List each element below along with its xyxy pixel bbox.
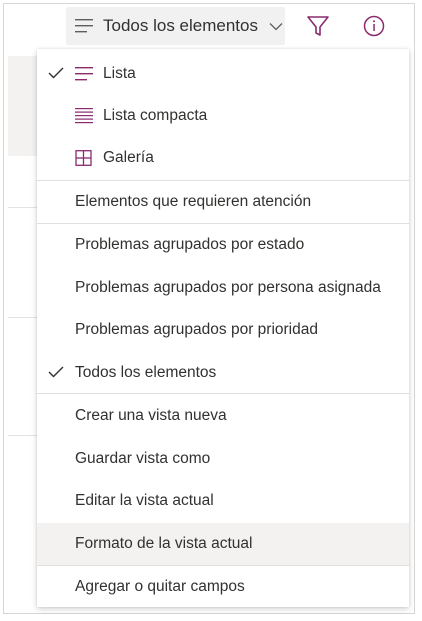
menu-item-label: Lista compacta [103,107,208,124]
menu-item-guardar-vista[interactable]: Guardar vista como [37,438,409,480]
menu-item-label: Agregar o quitar campos [75,578,245,595]
menu-item-editar-vista[interactable]: Editar la vista actual [37,480,409,522]
menu-item-elementos-atencion[interactable]: Elementos que requieren atención [37,181,409,223]
menu-item-agregar-quitar-campos[interactable]: Agregar o quitar campos [37,566,409,608]
menu-item-label: Guardar vista como [75,450,211,467]
menu-item-agrupados-prioridad[interactable]: Problemas agrupados por prioridad [37,309,409,351]
menu-item-label: Problemas agrupados por persona asignada [75,279,381,296]
menu-item-lista-compacta[interactable]: Lista compacta [37,95,409,137]
menu-item-crear-vista[interactable]: Crear una vista nueva [37,395,409,437]
menu-item-todos-elementos[interactable]: Todos los elementos [37,352,409,394]
menu-divider [37,393,409,394]
menu-item-label: Elementos que requieren atención [75,193,312,210]
command-bar: Todos los elementos [0,0,422,50]
menu-item-agrupados-persona[interactable]: Problemas agrupados por persona asignada [37,267,409,309]
menu-item-label: Crear una vista nueva [75,407,227,424]
menu-item-label: Problemas agrupados por estado [75,236,305,253]
view-switcher-button[interactable]: Todos los elementos [66,7,285,45]
menu-item-label: Todos los elementos [75,364,217,381]
menu-item-label: Problemas agrupados por prioridad [75,321,318,338]
menu-item-agrupados-estado[interactable]: Problemas agrupados por estado [37,224,409,266]
compact-list-icon [75,108,93,124]
check-icon [48,366,64,378]
view-options-menu: Lista Lista compacta Galería Elementos q… [37,49,409,607]
filter-icon[interactable] [304,12,332,40]
list-lines-icon [75,19,93,33]
menu-item-lista[interactable]: Lista [37,53,409,95]
info-icon[interactable] [361,13,387,39]
list-icon [75,67,93,81]
menu-item-galeria[interactable]: Galería [37,137,409,179]
check-icon [48,67,64,79]
menu-item-label: Editar la vista actual [75,492,214,509]
menu-item-label: Galería [103,149,154,166]
menu-item-label: Lista [103,65,136,82]
gallery-icon [75,150,92,166]
menu-item-formato-vista[interactable]: Formato de la vista actual [37,523,409,565]
menu-item-label: Formato de la vista actual [75,535,253,552]
current-view-label: Todos los elementos [103,16,258,35]
chevron-down-icon [269,22,283,30]
